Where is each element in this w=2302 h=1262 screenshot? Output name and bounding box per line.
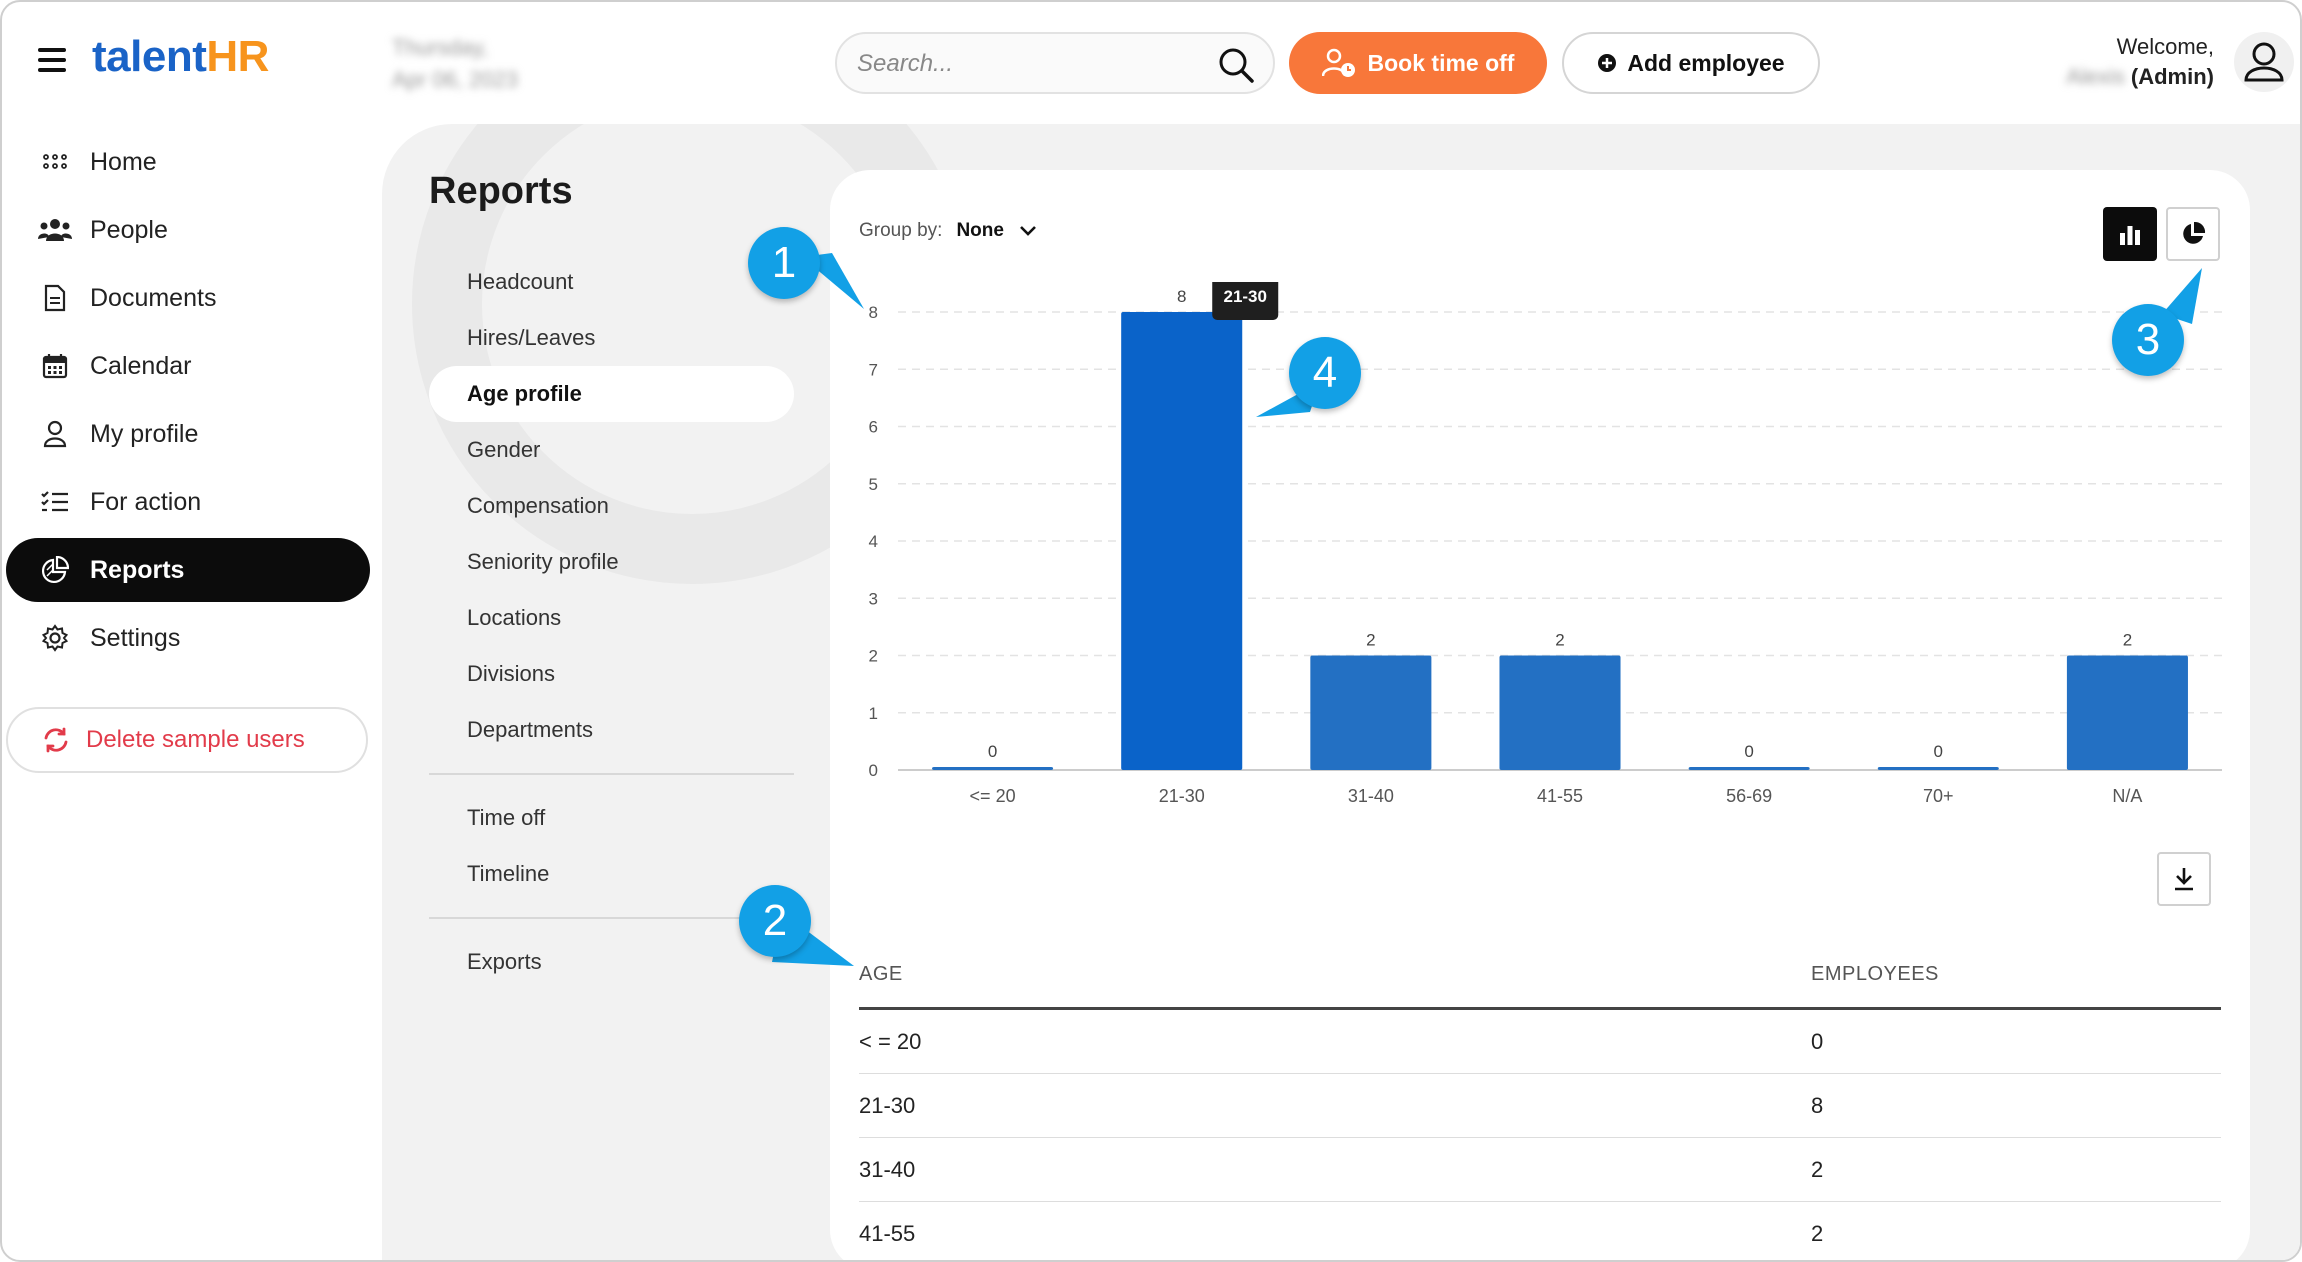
page-title: Reports <box>429 170 573 212</box>
y-tick-label: 6 <box>869 418 878 437</box>
report-nav-item[interactable]: Headcount <box>429 254 794 310</box>
bar <box>2066 655 2188 770</box>
report-nav-item-active[interactable]: Age profile <box>429 366 794 422</box>
current-date: Thursday, Apr 06, 2023 <box>392 35 518 92</box>
x-tick-label: 41-55 <box>1537 786 1583 806</box>
grid-icon <box>38 145 72 179</box>
table-row: 41-55 2 <box>859 1202 2221 1260</box>
chevron-down-icon <box>1020 226 1036 236</box>
sidebar-item-reports[interactable]: Reports <box>6 538 370 602</box>
y-tick-label: 4 <box>869 532 878 551</box>
user-clock-icon <box>1321 48 1355 77</box>
search-input[interactable] <box>857 46 1217 82</box>
logo[interactable]: talentHR <box>92 32 269 82</box>
table-header: AGE EMPLOYEES <box>859 942 2221 1010</box>
calendar-icon <box>38 349 72 383</box>
column-header-employees[interactable]: EMPLOYEES <box>1811 963 2221 986</box>
y-tick-label: 1 <box>869 704 878 723</box>
callout-badge-4: 4 <box>1289 337 1361 409</box>
report-nav-item[interactable]: Time off <box>429 790 794 846</box>
x-tick-label: 70+ <box>1923 786 1954 806</box>
sidebar-item-for-action[interactable]: For action <box>6 470 370 534</box>
user-icon <box>2244 42 2284 82</box>
y-tick-label: 0 <box>869 761 878 780</box>
plus-circle-icon <box>1598 54 1617 72</box>
people-icon <box>38 213 72 247</box>
pie-chart-icon <box>38 553 72 587</box>
reports-subnav: Headcount Hires/Leaves Age profile Gende… <box>429 254 794 990</box>
age-bar-chart: 0123456780<= 20821-30231-40241-55056-690… <box>869 282 2222 806</box>
y-tick-label: 3 <box>869 589 878 608</box>
x-tick-label: <= 20 <box>970 786 1016 806</box>
x-tick-label: 56-69 <box>1726 786 1772 806</box>
user-icon <box>38 417 72 451</box>
table-row: < = 20 0 <box>859 1010 2221 1074</box>
report-nav-item[interactable]: Departments <box>429 702 794 758</box>
bar <box>1310 655 1432 770</box>
tooltip-label: 21-30 <box>1223 287 1266 306</box>
bar <box>1688 767 1810 770</box>
bar <box>1121 312 1243 770</box>
book-time-off-button[interactable]: Book time off <box>1289 32 1547 94</box>
report-nav-item[interactable]: Locations <box>429 590 794 646</box>
report-nav-item[interactable]: Seniority profile <box>429 534 794 590</box>
welcome-text: Welcome, Alexis (Admin) <box>2066 34 2214 89</box>
sidebar-nav: Home People Documents Calendar My profil… <box>6 130 370 674</box>
y-tick-label: 5 <box>869 475 878 494</box>
report-nav-item[interactable]: Compensation <box>429 478 794 534</box>
download-icon <box>2175 868 2193 891</box>
column-header-age[interactable]: AGE <box>859 963 1811 986</box>
y-tick-label: 2 <box>869 647 878 666</box>
pie-chart-toggle[interactable] <box>2166 207 2220 261</box>
report-nav-item[interactable]: Divisions <box>429 646 794 702</box>
download-button[interactable] <box>2157 852 2211 906</box>
bar-value-label: 2 <box>1366 631 1375 650</box>
bar-value-label: 0 <box>988 742 997 761</box>
sidebar-item-settings[interactable]: Settings <box>6 606 370 670</box>
x-tick-label: N/A <box>2112 786 2142 806</box>
avatar[interactable] <box>2234 32 2294 92</box>
search-box[interactable] <box>835 32 1275 94</box>
report-nav-item[interactable]: Exports <box>429 934 794 990</box>
report-nav-item[interactable]: Gender <box>429 422 794 478</box>
bar-value-label: 0 <box>1934 742 1943 761</box>
delete-sample-users-button[interactable]: Delete sample users <box>6 707 368 773</box>
x-tick-label: 21-30 <box>1159 786 1205 806</box>
bar <box>1877 767 1999 770</box>
y-tick-label: 7 <box>869 360 878 379</box>
pie-chart-icon <box>2183 221 2206 244</box>
x-tick-label: 31-40 <box>1348 786 1394 806</box>
checklist-icon <box>38 485 72 519</box>
age-table: AGE EMPLOYEES < = 20 0 21-30 8 31-40 2 4… <box>859 942 2221 1260</box>
callout-badge-2: 2 <box>739 885 811 957</box>
search-icon[interactable] <box>1217 46 1255 84</box>
callout-badge-3: 3 <box>2112 304 2184 376</box>
gear-icon <box>38 621 72 655</box>
bar-chart-icon <box>2120 226 2140 245</box>
sidebar-item-my-profile[interactable]: My profile <box>6 402 370 466</box>
report-nav-item[interactable]: Hires/Leaves <box>429 310 794 366</box>
table-row: 31-40 2 <box>859 1138 2221 1202</box>
bar-value-label: 0 <box>1744 742 1753 761</box>
bar-chart-toggle[interactable] <box>2103 207 2157 261</box>
document-icon <box>38 281 72 315</box>
table-row: 21-30 8 <box>859 1074 2221 1138</box>
app-window: talentHR Thursday, Apr 06, 2023 Book tim… <box>0 0 2302 1262</box>
report-nav-item[interactable]: Timeline <box>429 846 794 902</box>
group-by-select[interactable]: Group by: None <box>859 220 1038 242</box>
add-employee-button[interactable]: Add employee <box>1562 32 1820 94</box>
sidebar-item-people[interactable]: People <box>6 198 370 262</box>
divider <box>429 773 794 775</box>
menu-icon[interactable] <box>38 48 66 72</box>
callout-badge-1: 1 <box>748 227 820 299</box>
bar <box>1499 655 1621 770</box>
sidebar-item-home[interactable]: Home <box>6 130 370 194</box>
bar-value-label: 8 <box>1177 287 1186 306</box>
bar <box>932 767 1054 770</box>
bar-value-label: 2 <box>1555 631 1564 650</box>
sidebar-item-calendar[interactable]: Calendar <box>6 334 370 398</box>
sidebar-item-documents[interactable]: Documents <box>6 266 370 330</box>
bar-value-label: 2 <box>2123 631 2132 650</box>
refresh-icon <box>44 727 68 753</box>
